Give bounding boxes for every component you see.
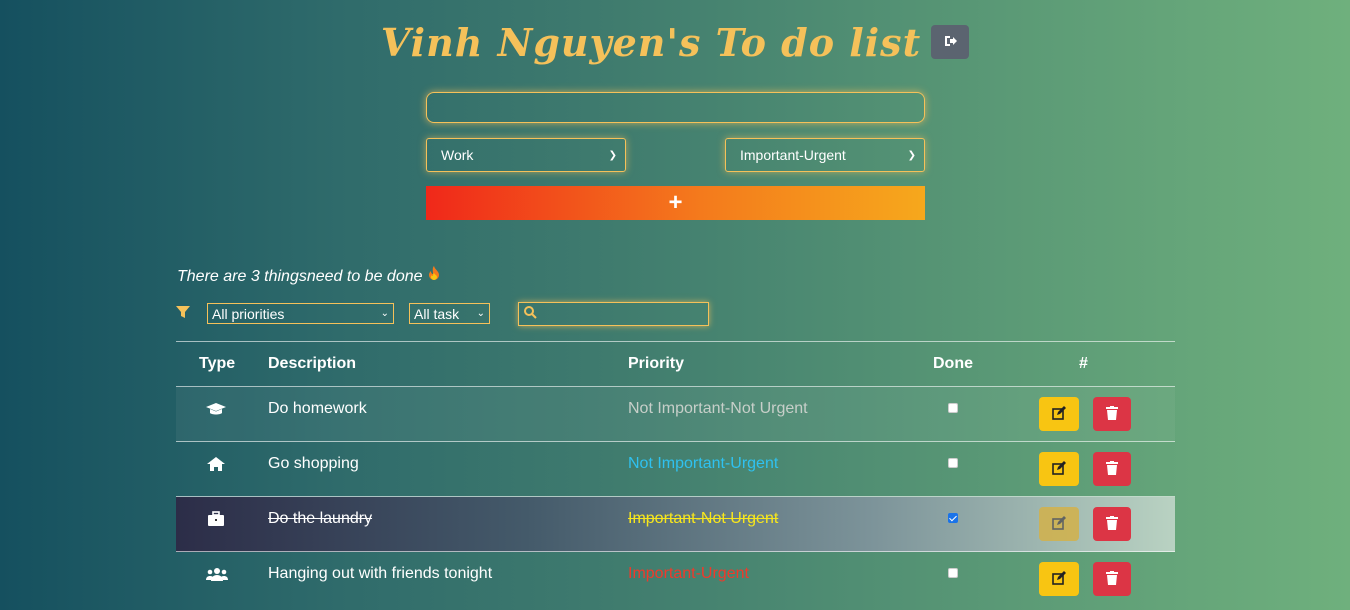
- graduation-cap-icon: [206, 401, 226, 422]
- chevron-down-icon: ❯: [608, 149, 617, 161]
- type-select[interactable]: Work ❯: [426, 138, 626, 172]
- done-checkbox[interactable]: [948, 513, 958, 523]
- chevron-down-icon: ⌄: [476, 308, 485, 319]
- trash-icon: [1106, 515, 1118, 533]
- task-priority: Not Important-Not Urgent: [628, 400, 808, 417]
- edit-button[interactable]: [1039, 397, 1079, 431]
- type-select-value: Work: [441, 147, 474, 163]
- fire-icon: [427, 266, 441, 285]
- header-actions: #: [1079, 355, 1088, 372]
- task-description: Do homework: [268, 400, 367, 417]
- priority-select[interactable]: Important-Urgent ❯: [725, 138, 925, 172]
- done-checkbox[interactable]: [948, 568, 958, 578]
- header-priority: Priority: [628, 355, 685, 372]
- task-description: Do the laundry: [268, 510, 373, 527]
- header-done: Done: [933, 355, 973, 372]
- header-description: Description: [268, 355, 357, 372]
- table-row: Go shopping Not Important-Urgent: [176, 442, 1175, 497]
- briefcase-icon: [206, 511, 226, 532]
- page-title: Vinh Nguyen's To do list: [380, 19, 922, 65]
- trash-icon: [1106, 405, 1118, 423]
- task-priority: Important-Not Urgent: [628, 510, 779, 527]
- trash-icon: [1106, 570, 1118, 588]
- edit-button[interactable]: [1039, 452, 1079, 486]
- edit-icon: [1052, 570, 1066, 588]
- edit-button[interactable]: [1039, 507, 1079, 541]
- table-row: Do homework Not Important-Not Urgent: [176, 387, 1175, 442]
- priority-filter-select[interactable]: All priorities ⌄: [207, 303, 394, 324]
- status-filter-select[interactable]: All task ⌄: [409, 303, 490, 324]
- edit-icon: [1052, 460, 1066, 478]
- table-header: Type Description Priority Done #: [176, 342, 1175, 387]
- edit-icon: [1052, 515, 1066, 533]
- task-input[interactable]: [426, 92, 925, 123]
- task-description: Hanging out with friends tonight: [268, 565, 493, 582]
- filter-icon: [176, 305, 190, 324]
- done-checkbox[interactable]: [948, 458, 958, 468]
- task-count-summary: There are 3 thingsneed to be done: [177, 265, 441, 286]
- task-count-text: There are 3 thingsneed to be done: [177, 268, 423, 285]
- delete-button[interactable]: [1093, 507, 1131, 541]
- search-input[interactable]: [518, 302, 709, 326]
- chevron-down-icon: ❯: [907, 149, 916, 161]
- priority-filter-value: All priorities: [212, 305, 285, 322]
- add-task-button[interactable]: +: [426, 186, 925, 220]
- home-icon: [206, 456, 226, 477]
- task-priority: Important-Urgent: [628, 565, 749, 582]
- chevron-down-icon: ⌄: [380, 308, 389, 319]
- task-description: Go shopping: [268, 455, 359, 472]
- edit-button[interactable]: [1039, 562, 1079, 596]
- logout-button[interactable]: [931, 25, 970, 59]
- delete-button[interactable]: [1093, 397, 1131, 431]
- header-type: Type: [199, 355, 236, 372]
- edit-icon: [1052, 405, 1066, 423]
- users-icon: [206, 566, 228, 587]
- task-table: Type Description Priority Done # Do home…: [176, 341, 1175, 607]
- search-icon: [523, 305, 537, 324]
- done-checkbox[interactable]: [948, 403, 958, 413]
- delete-button[interactable]: [1093, 562, 1131, 596]
- delete-button[interactable]: [1093, 452, 1131, 486]
- header: Vinh Nguyen's To do list: [0, 14, 1350, 70]
- table-row: Do the laundry Important-Not Urgent: [176, 497, 1175, 552]
- table-row: Hanging out with friends tonight Importa…: [176, 552, 1175, 607]
- task-priority: Not Important-Urgent: [628, 455, 779, 472]
- sign-out-icon: [943, 34, 958, 51]
- status-filter-value: All task: [414, 305, 460, 322]
- trash-icon: [1106, 460, 1118, 478]
- priority-select-value: Important-Urgent: [740, 147, 846, 163]
